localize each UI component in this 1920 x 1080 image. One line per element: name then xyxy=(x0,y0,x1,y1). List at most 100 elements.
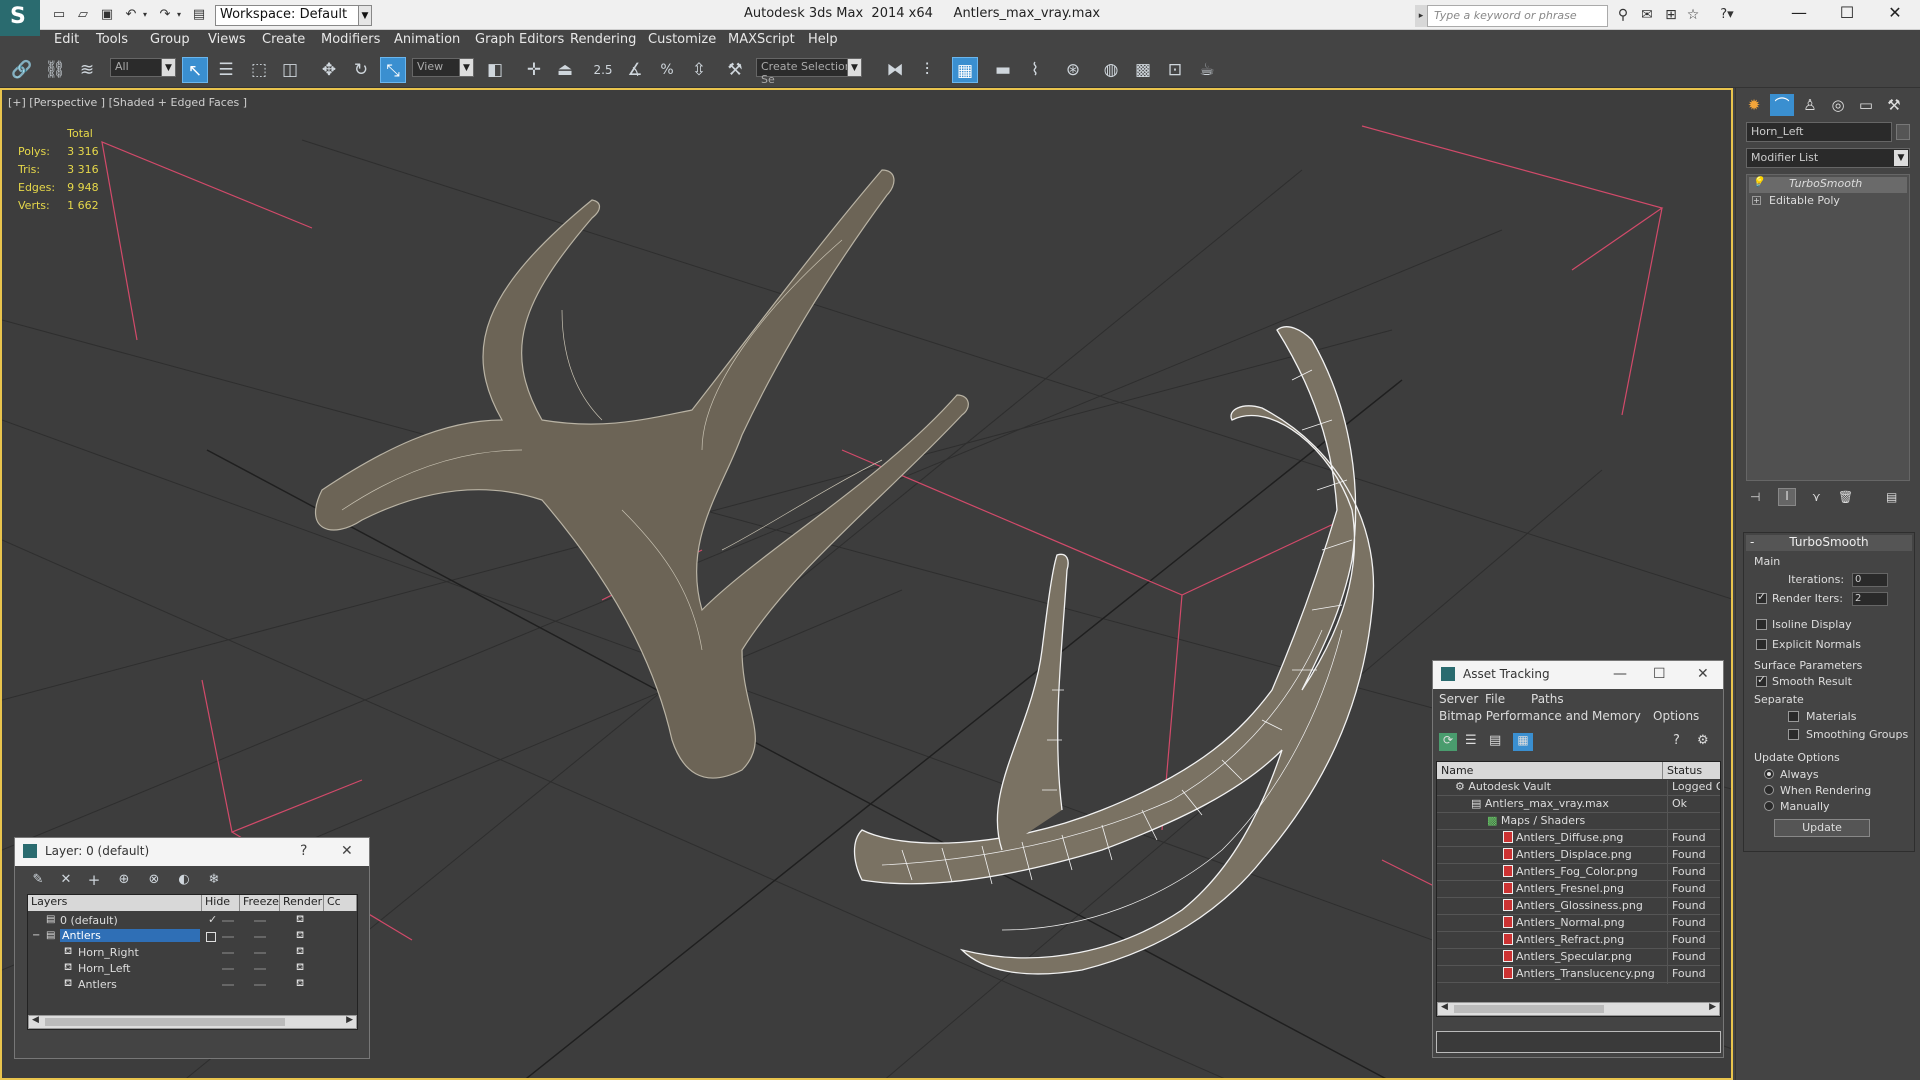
rendered-frame-window-icon[interactable]: ⊡ xyxy=(1162,57,1188,83)
lightbulb-icon[interactable]: 💡 xyxy=(1752,177,1764,188)
cart-icon[interactable]: ⊞ xyxy=(1660,6,1682,24)
hide-toggle[interactable] xyxy=(222,920,234,922)
object-name[interactable]: Antlers xyxy=(78,978,117,991)
select-and-link-icon[interactable]: 🔗 xyxy=(9,57,35,83)
utilities-tab-icon[interactable]: ⚒ xyxy=(1882,94,1906,116)
chevron-down-icon[interactable]: ▼ xyxy=(847,58,862,77)
freeze-toggle[interactable] xyxy=(254,968,266,970)
new-file-icon[interactable]: ▭ xyxy=(50,6,68,24)
materials-checkbox[interactable] xyxy=(1788,711,1799,722)
close-icon[interactable]: ✕ xyxy=(341,843,353,859)
active-layer-check-icon[interactable]: ✓ xyxy=(208,913,217,926)
modify-tab-icon[interactable]: ⌒ xyxy=(1770,94,1794,116)
scrollbar-thumb[interactable] xyxy=(45,1018,285,1026)
undo-dropdown-icon[interactable]: ▾ xyxy=(140,6,150,24)
smoothing-groups-checkbox[interactable] xyxy=(1788,729,1799,740)
select-and-rotate-icon[interactable]: ↻ xyxy=(348,57,374,83)
freeze-toggle[interactable] xyxy=(254,952,266,954)
edit-named-selection-icon[interactable]: ⚒ xyxy=(722,57,748,83)
highlight-layer-icon[interactable]: ⊗ xyxy=(141,867,167,893)
graphite-ribbon-icon[interactable]: ▬ xyxy=(990,57,1016,83)
binoculars-icon[interactable]: ⚲ xyxy=(1612,6,1634,24)
save-file-icon[interactable]: ▣ xyxy=(98,6,116,24)
update-button[interactable]: Update xyxy=(1774,819,1870,837)
render-teapot-icon[interactable]: ⛾ xyxy=(296,930,304,943)
menu-maxscript[interactable]: MAXScript xyxy=(728,32,795,47)
layer-name[interactable]: 0 (default) xyxy=(60,914,118,927)
hierarchy-tab-icon[interactable]: ♙ xyxy=(1798,94,1822,116)
column-header-hide[interactable]: Hide xyxy=(202,895,240,911)
render-setup-icon[interactable]: ▩ xyxy=(1130,57,1156,83)
rollout-header[interactable]: - TurboSmooth xyxy=(1746,535,1912,551)
table-row[interactable]: Antlers_Fresnel.png Found xyxy=(1437,881,1720,899)
render-iters-checkbox[interactable] xyxy=(1756,590,1767,604)
column-header-render[interactable]: Render xyxy=(280,895,324,911)
named-selection-select[interactable]: Create Selection Se ▼ xyxy=(756,58,862,86)
layer-manager-icon[interactable]: ▦ xyxy=(952,57,978,83)
menu-help[interactable]: Help xyxy=(808,32,838,47)
menu-modifiers[interactable]: Modifiers xyxy=(321,32,380,47)
bind-space-warp-icon[interactable]: ≋ xyxy=(74,57,100,83)
render-teapot-icon[interactable]: ⛾ xyxy=(296,962,304,975)
table-row[interactable]: Antlers_Fog_Color.png Found xyxy=(1437,864,1720,882)
show-end-result-icon[interactable]: I xyxy=(1778,488,1796,506)
maximize-icon[interactable]: ☐ xyxy=(1824,0,1870,28)
search-expand-icon[interactable]: ▸ xyxy=(1415,5,1427,27)
unlink-selection-icon[interactable]: ⛓ xyxy=(42,57,68,83)
render-teapot-icon[interactable]: ⛾ xyxy=(296,978,304,991)
horizontal-scrollbar[interactable]: ◀ ▶ xyxy=(28,1015,357,1029)
column-header-freeze[interactable]: Freeze xyxy=(240,895,280,911)
isoline-display-checkbox[interactable] xyxy=(1756,619,1767,630)
settings-icon[interactable]: ⚙ xyxy=(1697,733,1709,748)
table-row[interactable]: ⚙ Autodesk Vault Logged Ou xyxy=(1437,779,1720,797)
pin-stack-icon[interactable]: ⊣ xyxy=(1750,490,1760,504)
menu-edit[interactable]: Edit xyxy=(54,32,79,47)
workspace-selector[interactable]: Workspace: Default ▼ xyxy=(215,5,372,26)
stack-item-turbosmooth[interactable]: 💡 TurboSmooth xyxy=(1749,177,1907,193)
select-layer-objects-icon[interactable]: ⊕ xyxy=(111,867,137,893)
motion-tab-icon[interactable]: ◎ xyxy=(1826,94,1850,116)
horizontal-scrollbar[interactable]: ◀ ▶ xyxy=(1437,1002,1720,1016)
keyboard-shortcut-override-icon[interactable]: ⏏ xyxy=(552,57,578,83)
column-header-name[interactable]: Name xyxy=(1437,762,1663,779)
list-view-icon[interactable]: ☰ xyxy=(1465,733,1477,748)
scroll-left-icon[interactable]: ◀ xyxy=(32,1015,39,1025)
stack-item-editable-poly[interactable]: + Editable Poly xyxy=(1749,194,1907,210)
layer-dialog-titlebar[interactable]: Layer: 0 (default) ? ✕ xyxy=(15,838,369,866)
expand-plus-icon[interactable]: + xyxy=(1752,196,1761,205)
spinner-snap-icon[interactable]: ⇳ xyxy=(686,57,712,83)
use-pivot-center-icon[interactable]: ◧ xyxy=(482,57,508,83)
freeze-toggle[interactable] xyxy=(254,920,266,922)
angle-snap-icon[interactable]: ∡ xyxy=(622,57,648,83)
table-row[interactable]: ▤ Antlers_max_vray.max Ok xyxy=(1437,796,1720,814)
refresh-icon[interactable]: ⟳ xyxy=(1439,733,1457,751)
table-row[interactable]: ▤ 0 (default) ✓ ⛾ xyxy=(28,913,357,929)
help-icon[interactable]: ? xyxy=(1673,733,1680,748)
table-row[interactable]: Antlers_Glossiness.png Found xyxy=(1437,898,1720,916)
hide-all-layers-icon[interactable]: ◐ xyxy=(171,867,197,893)
collapse-icon[interactable]: - xyxy=(1750,535,1754,549)
snaps-toggle-icon[interactable]: 2.5 xyxy=(590,57,616,83)
menu-group[interactable]: Group xyxy=(150,32,190,47)
select-and-manipulate-icon[interactable]: ✛ xyxy=(521,57,547,83)
modifier-list-select[interactable]: Modifier List ▼ xyxy=(1746,148,1910,168)
iterations-spinner[interactable]: 0 xyxy=(1852,573,1888,587)
search-input[interactable]: Type a keyword or phrase xyxy=(1427,5,1608,27)
redo-icon[interactable]: ↷ xyxy=(156,6,174,24)
help-icon[interactable]: ?▾ xyxy=(1716,6,1738,24)
menu-options[interactable]: Options xyxy=(1653,709,1699,723)
chevron-down-icon[interactable]: ▼ xyxy=(358,5,372,26)
explicit-normals-checkbox[interactable] xyxy=(1756,639,1767,650)
freeze-all-layers-icon[interactable]: ❄ xyxy=(201,867,227,893)
smooth-result-checkbox[interactable] xyxy=(1756,673,1767,687)
scrollbar-thumb[interactable] xyxy=(1454,1005,1604,1013)
freeze-toggle[interactable] xyxy=(254,984,266,986)
column-header-status[interactable]: Status xyxy=(1663,762,1720,779)
minimize-icon[interactable]: — xyxy=(1776,0,1822,28)
select-object-icon[interactable]: ↖ xyxy=(182,57,208,83)
table-row[interactable]: ▩ Maps / Shaders xyxy=(1437,813,1720,831)
table-row[interactable]: ⛾ Horn_Right ⛾ xyxy=(28,945,357,961)
table-row[interactable]: Antlers_Specular.png Found xyxy=(1437,949,1720,967)
new-layer-icon[interactable]: ✎ xyxy=(25,867,51,893)
project-folder-icon[interactable]: ▤ xyxy=(190,6,208,24)
